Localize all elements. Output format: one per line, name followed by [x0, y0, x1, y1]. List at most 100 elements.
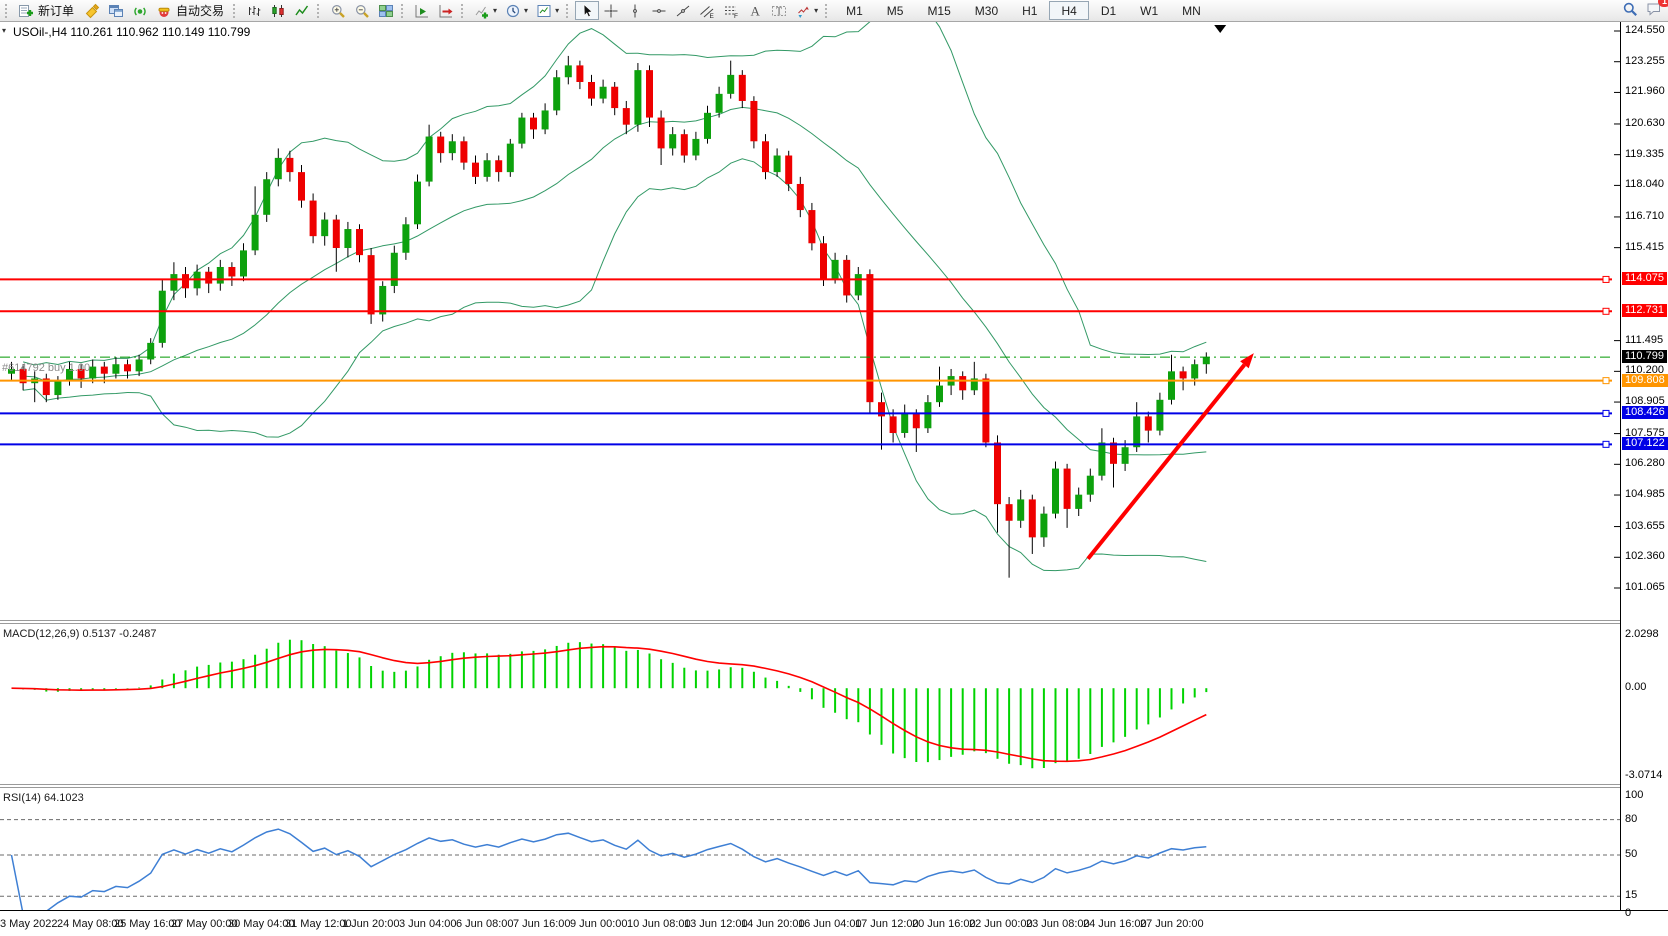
tf-mn[interactable]: MN: [1170, 1, 1213, 20]
price-tick-label: 124.550: [1625, 24, 1665, 37]
trendline-icon: [675, 3, 691, 19]
channel-icon: E: [699, 3, 715, 19]
indicators-button[interactable]: ▾: [470, 1, 501, 20]
chevron-down-icon[interactable]: ▾: [2, 26, 6, 35]
candle-body: [762, 141, 769, 172]
bar-chart-button[interactable]: [242, 1, 266, 20]
candle-body: [228, 267, 235, 276]
line-handle[interactable]: [1603, 410, 1609, 416]
time-axis-label: 1 Jun 20:00: [342, 918, 400, 930]
zoom-in-button[interactable]: [326, 1, 350, 20]
text-label-button[interactable]: T: [767, 1, 791, 20]
fibonacci-button[interactable]: F: [719, 1, 743, 20]
autotrading-icon: [156, 3, 172, 19]
tf-m15[interactable]: M15: [915, 1, 962, 20]
candle-body: [240, 250, 247, 276]
tf-w1-label: W1: [1134, 4, 1164, 18]
candle-body: [1145, 416, 1152, 430]
rsi-axis-label: 0: [1625, 907, 1631, 920]
tf-h1-label: H1: [1016, 4, 1043, 18]
candle-body: [1029, 499, 1036, 537]
candle-body: [727, 75, 734, 94]
candle-body: [344, 229, 351, 248]
time-axis-label: 6 Jun 08:00: [456, 918, 514, 930]
rsi-panel[interactable]: [0, 788, 1620, 910]
channel-button[interactable]: E: [695, 1, 719, 20]
zoom-out-button[interactable]: [350, 1, 374, 20]
candle-body: [797, 184, 804, 210]
tf-d1[interactable]: D1: [1089, 1, 1128, 20]
macd-panel[interactable]: [0, 624, 1620, 784]
candle-body: [414, 182, 421, 225]
new-order-button[interactable]: 新订单: [14, 1, 80, 20]
candle-body: [1191, 364, 1198, 378]
toolbar-drag-handle[interactable]: [566, 4, 571, 18]
search-icon: [1622, 1, 1638, 17]
price-tag-button[interactable]: [80, 1, 104, 20]
candle-body: [1168, 371, 1175, 399]
candle-body: [692, 139, 699, 156]
arrows-button[interactable]: ▾: [791, 1, 822, 20]
tf-m30[interactable]: M30: [963, 1, 1010, 20]
candle-body: [1017, 499, 1024, 520]
auto-scroll-button[interactable]: [410, 1, 434, 20]
tile-windows-button[interactable]: [374, 1, 398, 20]
trendline-button[interactable]: [671, 1, 695, 20]
tf-m5[interactable]: M5: [875, 1, 916, 20]
signals-button[interactable]: [128, 1, 152, 20]
candle-body: [426, 137, 433, 182]
candle-body: [600, 87, 607, 99]
dropdown-caret[interactable]: ▾: [555, 6, 559, 15]
tf-d1-label: D1: [1095, 4, 1122, 18]
tf-h4[interactable]: H4: [1049, 1, 1088, 20]
candlestick-chart-button[interactable]: [266, 1, 290, 20]
price-tick-label: 119.335: [1625, 148, 1664, 161]
templates-button[interactable]: ▾: [532, 1, 563, 20]
horizontal-line-button[interactable]: [647, 1, 671, 20]
chat-button[interactable]: 1: [1642, 0, 1666, 22]
dropdown-caret[interactable]: ▾: [524, 6, 528, 15]
cursor-button[interactable]: [575, 1, 599, 20]
candle-body: [982, 378, 989, 442]
chart-shift-button[interactable]: [434, 1, 458, 20]
windows-icon: [108, 3, 124, 19]
tf-w1[interactable]: W1: [1128, 1, 1170, 20]
toolbar-drag-handle[interactable]: [317, 4, 322, 18]
tf-h1[interactable]: H1: [1010, 1, 1049, 20]
dropdown-caret[interactable]: ▾: [493, 6, 497, 15]
bollinger-upper-band[interactable]: [23, 22, 1206, 365]
price-line-label: 114.075: [1622, 272, 1667, 285]
crosshair-button[interactable]: [599, 1, 623, 20]
candle-body: [785, 156, 792, 184]
dropdown-caret[interactable]: ▾: [814, 6, 818, 15]
line-handle[interactable]: [1603, 378, 1609, 384]
line-chart-button[interactable]: [290, 1, 314, 20]
time-axis[interactable]: 3 May 202224 May 08:0025 May 16:0027 May…: [0, 910, 1668, 936]
price-tick-label: 116.710: [1625, 210, 1664, 223]
search-button[interactable]: [1618, 0, 1642, 18]
signal-icon: [132, 3, 148, 19]
time-axis-label: 10 Jun 08:00: [627, 918, 691, 930]
main-chart-plot[interactable]: [0, 22, 1620, 620]
autotrading-button[interactable]: 自动交易: [152, 1, 230, 20]
line-handle[interactable]: [1603, 308, 1609, 314]
chart-shift-marker[interactable]: [1214, 25, 1226, 33]
candle-body: [716, 94, 723, 113]
candle-body: [101, 367, 108, 374]
charts-window-button[interactable]: [104, 1, 128, 20]
periods-button[interactable]: ▾: [501, 1, 532, 20]
toolbar-drag-handle[interactable]: [401, 4, 406, 18]
candle-body: [750, 101, 757, 141]
line-handle[interactable]: [1603, 441, 1609, 447]
tf-m1[interactable]: M1: [834, 1, 875, 20]
toolbar-drag-handle[interactable]: [825, 4, 830, 18]
toolbar-drag-handle[interactable]: [5, 4, 10, 18]
toolbar-drag-handle[interactable]: [461, 4, 466, 18]
candle-body: [1064, 469, 1071, 509]
line-handle[interactable]: [1603, 276, 1609, 282]
toolbar-drag-handle[interactable]: [233, 4, 238, 18]
chartshift-icon: [438, 3, 454, 19]
text-button[interactable]: A: [743, 1, 767, 20]
search-button[interactable]: [1618, 0, 1642, 22]
vertical-line-button[interactable]: [623, 1, 647, 20]
